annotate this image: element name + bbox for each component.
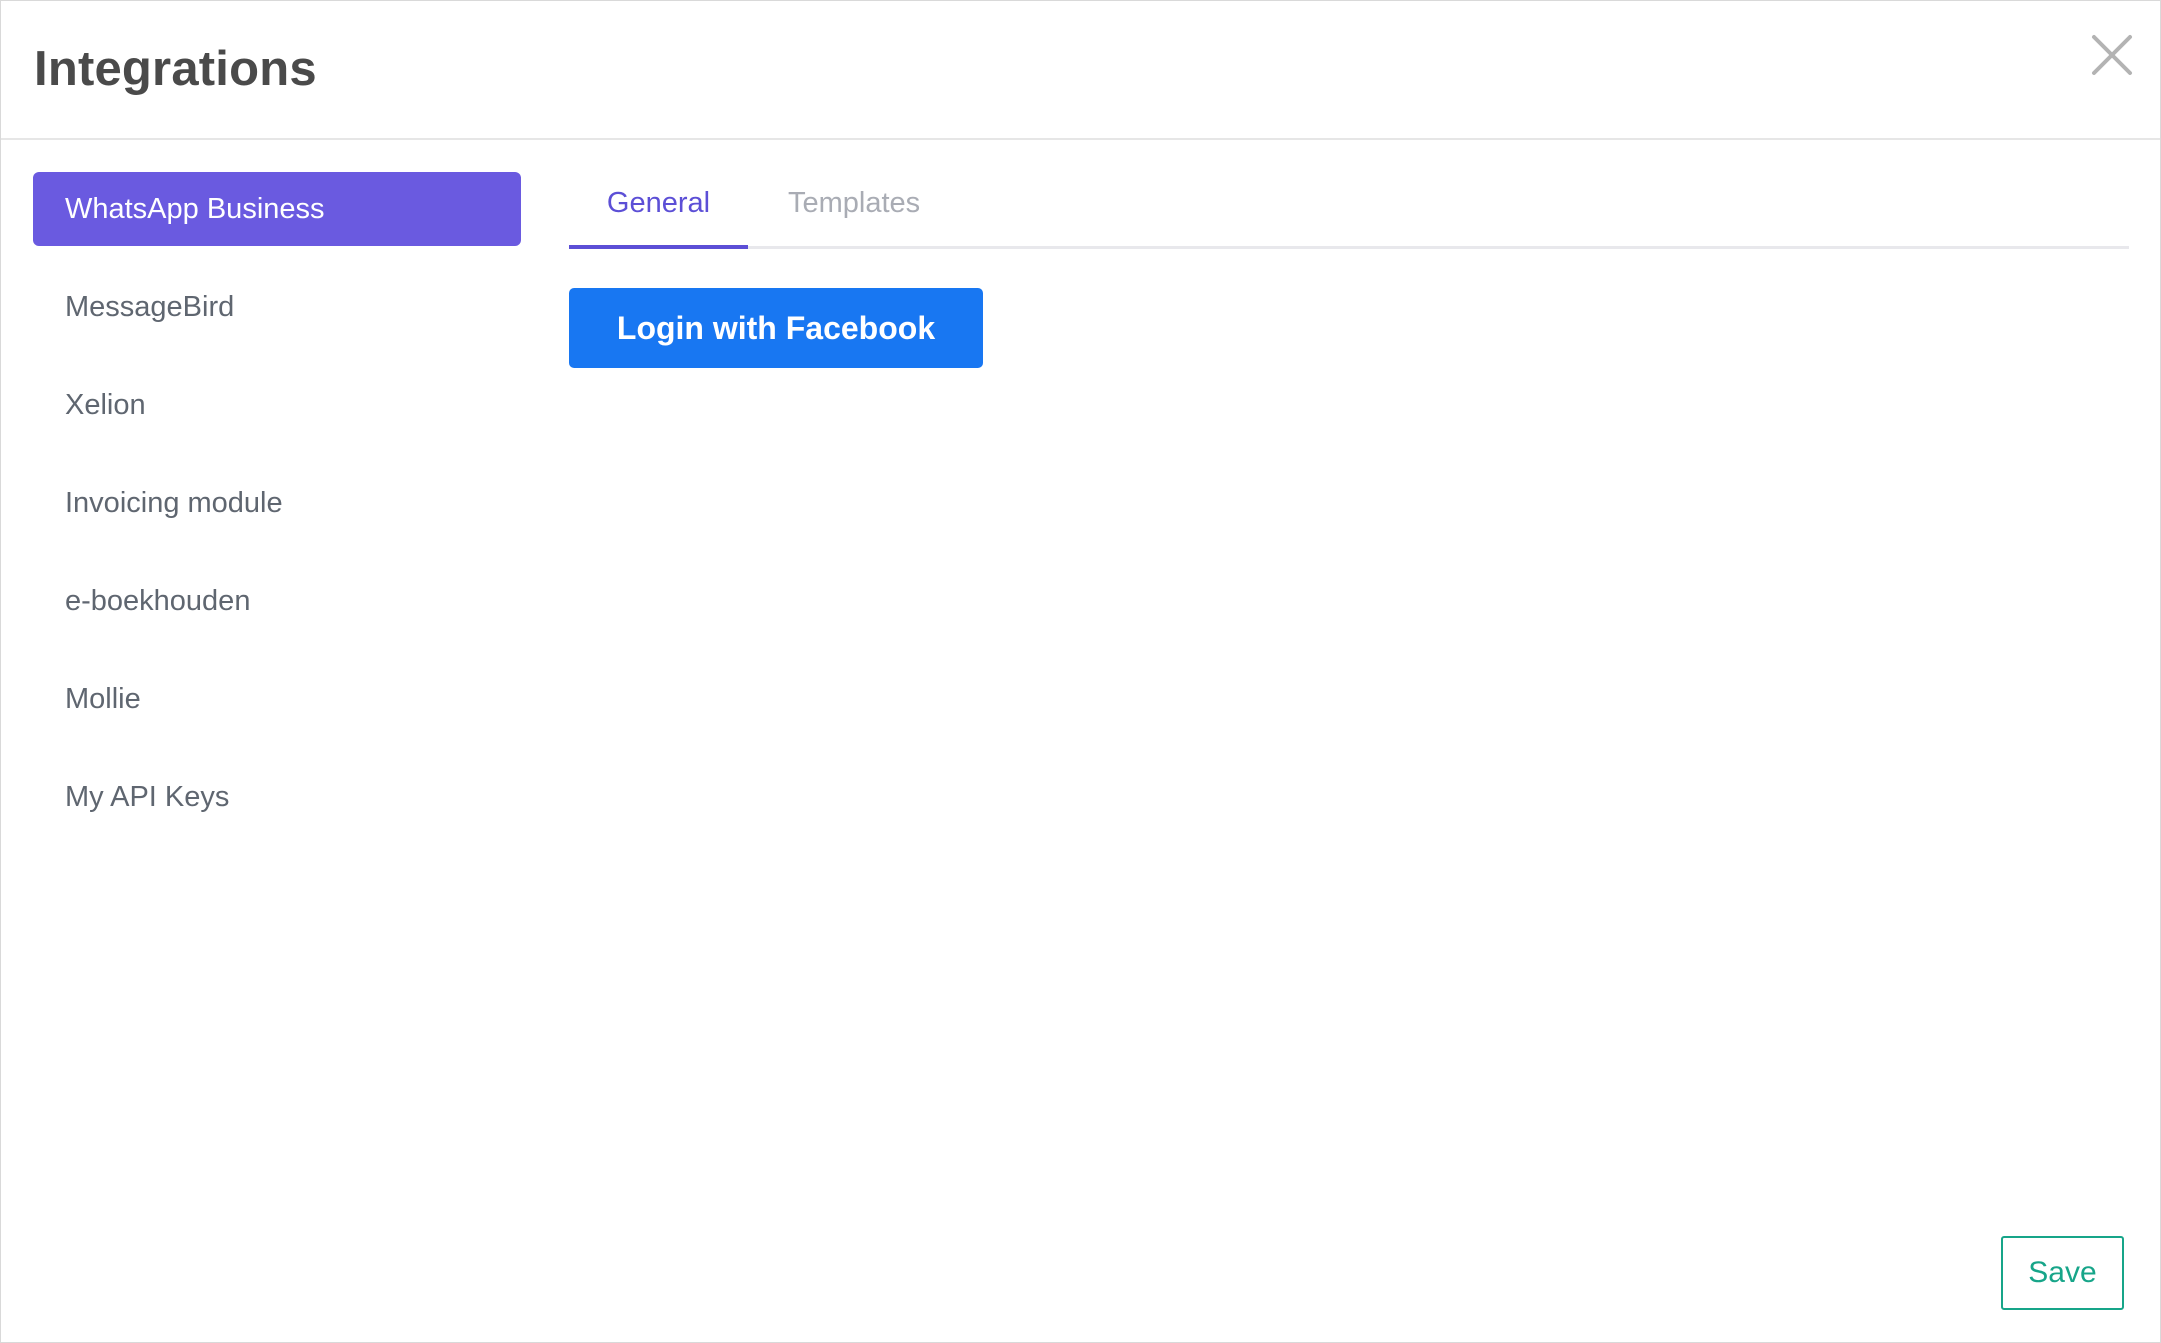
- login-with-facebook-button[interactable]: Login with Facebook: [569, 288, 983, 368]
- tab-bar: General Templates: [569, 172, 2129, 249]
- modal-title: Integrations: [34, 42, 317, 96]
- sidebar-item-invoicing-module[interactable]: Invoicing module: [33, 466, 521, 540]
- sidebar-item-label: MessageBird: [65, 291, 235, 323]
- sidebar-item-whatsapp-business[interactable]: WhatsApp Business: [33, 172, 521, 246]
- integrations-modal: Integrations WhatsApp Business MessageBi…: [0, 0, 2161, 1343]
- sidebar-item-label: My API Keys: [65, 781, 230, 813]
- tab-general[interactable]: General: [569, 172, 748, 249]
- sidebar-item-label: WhatsApp Business: [65, 193, 325, 225]
- tab-templates[interactable]: Templates: [788, 172, 920, 246]
- sidebar-item-messagebird[interactable]: MessageBird: [33, 270, 521, 344]
- integration-content: General Templates Login with Facebook: [569, 172, 2129, 368]
- sidebar-item-my-api-keys[interactable]: My API Keys: [33, 760, 521, 834]
- sidebar-item-label: Invoicing module: [65, 487, 283, 519]
- sidebar-item-label: Mollie: [65, 683, 141, 715]
- sidebar-item-label: e-boekhouden: [65, 585, 251, 617]
- integrations-sidebar: WhatsApp Business MessageBird Xelion Inv…: [33, 172, 521, 858]
- sidebar-item-label: Xelion: [65, 389, 146, 421]
- sidebar-item-xelion[interactable]: Xelion: [33, 368, 521, 442]
- save-button[interactable]: Save: [2001, 1236, 2124, 1310]
- close-icon: [2092, 35, 2132, 75]
- modal-header: Integrations: [1, 1, 2160, 140]
- sidebar-item-e-boekhouden[interactable]: e-boekhouden: [33, 564, 521, 638]
- sidebar-item-mollie[interactable]: Mollie: [33, 662, 521, 736]
- close-button[interactable]: [2090, 33, 2134, 77]
